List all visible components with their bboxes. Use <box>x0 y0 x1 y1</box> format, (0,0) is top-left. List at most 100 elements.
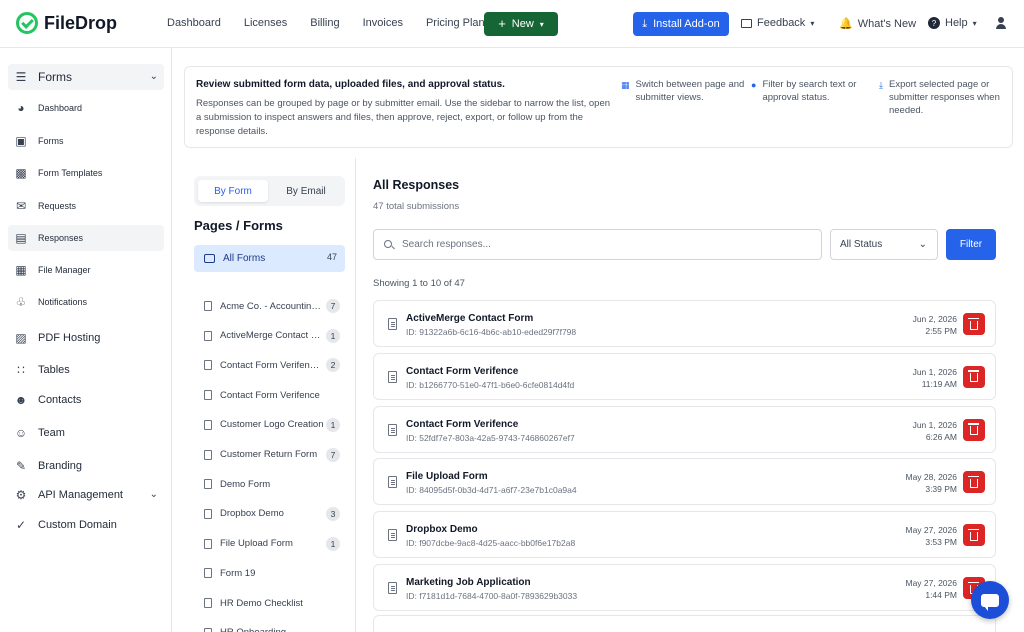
response-card[interactable]: ActiveMerge Contact Form ID: 91322a6b-6c1… <box>373 300 996 347</box>
form-list-item[interactable]: Acme Co. - Accounting Intake7 <box>204 296 340 316</box>
help-menu[interactable]: ? Help ▾ <box>928 17 977 29</box>
tab-by-form[interactable]: By Form <box>198 180 268 202</box>
new-button[interactable]: + New ▾ <box>484 12 558 36</box>
sidebar-item-notifications[interactable]: ♧ Notifications <box>8 289 164 315</box>
delete-response-button[interactable] <box>963 471 985 494</box>
form-list-item[interactable]: HR Onboarding <box>204 623 340 632</box>
sidebar-item-forms-group[interactable]: ☰ Forms ⌄ <box>8 64 164 90</box>
delete-response-button[interactable] <box>963 365 985 388</box>
response-id: ID: 84095d5f-0b3d-4d71-a6f7-23e7b1c0a9a4 <box>406 485 577 496</box>
sidebar-item-responses[interactable]: ▤ Responses <box>8 225 164 251</box>
form-list-item-label: HR Onboarding <box>220 627 286 632</box>
form-list-item-label: Contact Form Verifence <box>220 389 320 401</box>
form-list-item[interactable]: Customer Return Form 7 <box>204 445 340 465</box>
response-time: 11:19 AM <box>921 378 957 389</box>
form-list-item-label: HR Demo Checklist <box>220 597 303 609</box>
sidebar-item-label: API Management <box>38 489 123 501</box>
sidebar-item-tables[interactable]: ∷ Tables <box>8 357 164 383</box>
document-icon <box>388 476 397 489</box>
form-count-badge: 3 <box>326 506 340 521</box>
total-submissions: 47 total submissions <box>373 201 460 212</box>
form-list-item-label: ActiveMerge Contact Form <box>220 330 324 342</box>
sidebar-item-custom-domain[interactable]: ✓ Custom Domain <box>8 512 164 538</box>
chat-widget-button[interactable] <box>971 581 1009 619</box>
all-forms-label: All Forms <box>223 253 266 264</box>
sidebar-item-api-management[interactable]: ⚙ API Management ⌄ <box>8 482 164 508</box>
sidebar-item-requests[interactable]: ✉ Requests <box>8 193 164 219</box>
filter-button[interactable]: Filter <box>946 229 996 260</box>
delete-response-button[interactable] <box>963 418 985 441</box>
nav-invoices[interactable]: Invoices <box>363 17 403 29</box>
response-datetime: May 28, 2026 3:39 PM <box>905 471 957 495</box>
delete-response-button[interactable] <box>963 524 985 547</box>
form-count-badge: 1 <box>326 328 340 343</box>
trash-icon <box>968 528 979 541</box>
banner-title: Review submitted form data, uploaded fil… <box>196 79 505 90</box>
response-date: Jun 1, 2026 <box>912 419 957 430</box>
form-list-item[interactable]: Form 19 <box>204 563 340 583</box>
sidebar-item-dashboard[interactable]: ◕ Dashboard <box>8 95 164 121</box>
sidebar-item-label: Team <box>38 427 65 439</box>
sidebar-item-branding[interactable]: ✎ Branding <box>8 453 164 479</box>
user-account-button[interactable] <box>996 17 1006 29</box>
grid-icon: ▦ <box>15 263 27 277</box>
nav-pricing-plans[interactable]: Pricing Plans <box>426 17 490 29</box>
form-list-item[interactable]: Dropbox Demo 3 <box>204 504 340 524</box>
sidebar-item-forms[interactable]: ▣ Forms <box>8 128 164 154</box>
response-card-partial[interactable] <box>373 615 996 632</box>
nav-dashboard[interactable]: Dashboard <box>167 17 221 29</box>
response-card[interactable]: Contact Form Verifence ID: 52fdf7e7-803a-… <box>373 405 996 453</box>
response-card[interactable]: File Upload Form ID: 84095d5f-0b3d-4d71-a… <box>373 458 996 506</box>
nav-billing[interactable]: Billing <box>310 17 339 29</box>
sidebar-item-label: File Manager <box>38 265 91 275</box>
form-list-item[interactable]: HR Demo Checklist <box>204 593 340 613</box>
tip-filter: ● Filter by search text or approval stat… <box>751 78 871 104</box>
status-select[interactable]: All Status ⌄ <box>830 229 938 260</box>
document-icon <box>204 568 212 579</box>
form-list-item[interactable]: Contact Form Verifence Copy2 <box>204 355 340 375</box>
chevron-down-icon: ⌄ <box>149 489 158 500</box>
form-list-item-label: File Upload Form <box>220 538 293 550</box>
document-icon <box>388 318 397 330</box>
response-date: May 28, 2026 <box>905 472 957 483</box>
chevron-down-icon: ▾ <box>810 18 815 28</box>
response-time: 3:53 PM <box>925 537 957 548</box>
form-list-item[interactable]: File Upload Form 1 <box>204 534 340 554</box>
sidebar-item-label: Forms <box>38 136 64 146</box>
whats-new-link[interactable]: 🔔 What's New <box>839 17 916 31</box>
tip-text: Filter by search text or approval status… <box>762 79 857 103</box>
team-icon: ☺ <box>14 426 28 440</box>
form-list-item[interactable]: Customer Logo Creation 1 <box>204 415 340 435</box>
response-datetime: Jun 2, 2026 2:55 PM <box>913 313 957 337</box>
all-forms-item[interactable]: All Forms 47 <box>194 245 345 272</box>
feedback-menu[interactable]: Feedback ▾ <box>741 17 814 29</box>
form-list-item-label: Acme Co. - Accounting Intake <box>220 300 324 312</box>
tip-text: Switch between page and submitter views. <box>635 79 745 103</box>
sidebar-item-file-manager[interactable]: ▦ File Manager <box>8 257 164 283</box>
trash-icon <box>968 370 979 383</box>
form-list-item[interactable]: Demo Form <box>204 474 340 494</box>
nav-licenses[interactable]: Licenses <box>244 17 287 29</box>
gear-icon: ⚙ <box>15 488 27 502</box>
response-time: 3:39 PM <box>925 484 957 495</box>
app-logo[interactable]: FileDrop <box>16 12 117 34</box>
envelope-icon: ✉ <box>15 199 27 213</box>
search-input[interactable] <box>402 239 802 250</box>
install-addon-button[interactable]: ⤓ Install Add-on <box>633 12 729 36</box>
document-icon <box>204 419 212 430</box>
sidebar-item-team[interactable]: ☺ Team <box>8 420 164 446</box>
response-card[interactable]: Dropbox Demo ID: f907dcbe-9ac8-4d25-aacc-… <box>373 511 996 559</box>
sidebar-item-contacts[interactable]: ☻ Contacts <box>8 387 164 413</box>
bell-icon: 🔔 <box>839 18 853 30</box>
pie-chart-icon: ◕ <box>17 101 25 115</box>
tab-by-email[interactable]: By Email <box>272 180 340 202</box>
response-date: May 27, 2026 <box>905 525 957 536</box>
response-card[interactable]: Marketing Job Application ID: f7181d1d-76… <box>373 564 996 611</box>
form-list-item[interactable]: Contact Form Verifence <box>204 385 340 405</box>
delete-response-button[interactable] <box>963 313 985 335</box>
response-card[interactable]: Contact Form Verifence ID: b1266770-51e0-… <box>373 352 996 400</box>
form-list-item[interactable]: ActiveMerge Contact Form 1 <box>204 326 340 346</box>
form-count-badge: 7 <box>326 447 340 462</box>
sidebar-item-form-templates[interactable]: ▩ Form Templates <box>8 160 164 186</box>
sidebar-item-pdf-hosting[interactable]: ▨ PDF Hosting <box>8 325 164 351</box>
